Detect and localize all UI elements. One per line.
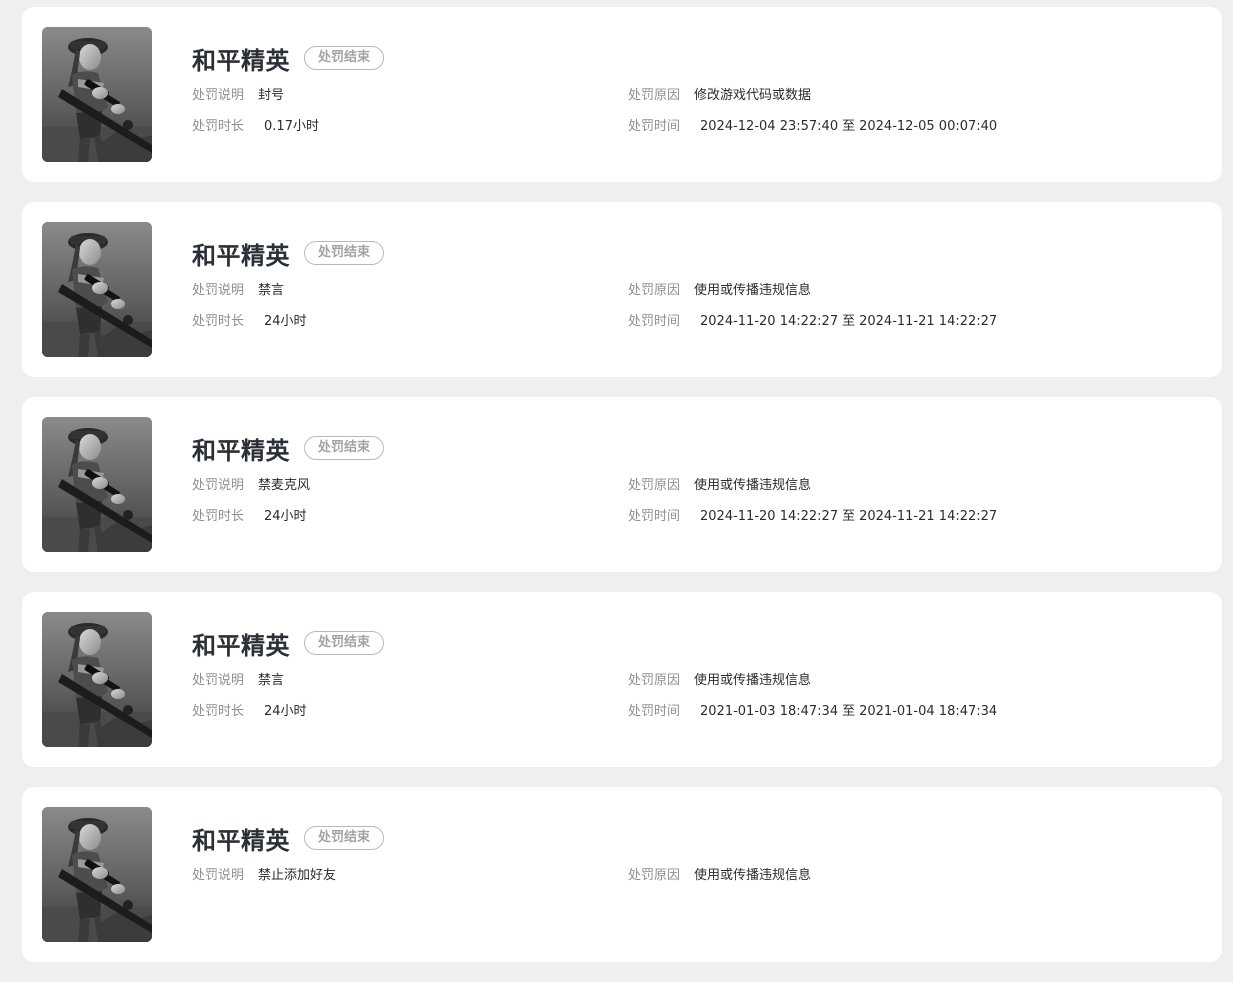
duration-label: 处罚时长 — [192, 509, 245, 524]
description-label: 处罚说明 — [192, 673, 245, 688]
penalty-duration: 处罚时长 0.17小时 — [192, 118, 319, 136]
reason-label: 处罚原因 — [628, 868, 681, 883]
description-value: 禁止添加好友 — [258, 868, 337, 883]
duration-value: 24小时 — [264, 314, 307, 329]
description-value: 禁言 — [258, 283, 285, 298]
status-badge: 处罚结束 — [304, 436, 385, 460]
time-separator: 至 — [842, 704, 856, 719]
time-separator: 至 — [842, 314, 856, 329]
time-separator: 至 — [842, 509, 856, 524]
penalty-duration: 处罚时长 24小时 — [192, 508, 307, 526]
penalty-record-card[interactable]: 和平精英 处罚结束 处罚说明 禁言 处罚原因 使用或传播违规信息 处罚时长 24小时 … — [22, 202, 1222, 377]
description-value: 封号 — [258, 88, 285, 103]
reason-value: 使用或传播违规信息 — [694, 283, 812, 298]
reason-value: 使用或传播违规信息 — [694, 868, 812, 883]
time-label: 处罚时间 — [628, 314, 681, 329]
game-name: 和平精英 — [192, 46, 290, 75]
status-badge: 处罚结束 — [304, 631, 385, 655]
penalty-reason: 处罚原因 使用或传播违规信息 — [628, 672, 811, 690]
penalty-time: 处罚时间 2024-12-04 23:57:40 至 2024-12-05 00:07… — [628, 118, 997, 136]
status-badge: 处罚结束 — [304, 46, 385, 70]
reason-value: 修改游戏代码或数据 — [694, 88, 812, 103]
time-end-value: 2024-12-05 00:07:40 — [859, 119, 998, 134]
penalty-duration: 处罚时长 24小时 — [192, 703, 307, 721]
penalty-record-card[interactable]: 和平精英 处罚结束 处罚说明 禁言 处罚原因 使用或传播违规信息 处罚时长 24小时 … — [22, 592, 1222, 767]
game-avatar-image — [42, 612, 152, 747]
time-start-value: 2024-11-20 14:22:27 — [700, 509, 839, 524]
description-label: 处罚说明 — [192, 868, 245, 883]
penalty-time: 处罚时间 2021-01-03 18:47:34 至 2021-01-04 18:47… — [628, 703, 997, 721]
penalty-description: 处罚说明 禁麦克风 — [192, 477, 310, 495]
duration-value: 24小时 — [264, 509, 307, 524]
time-label: 处罚时间 — [628, 704, 681, 719]
time-start-value: 2021-01-03 18:47:34 — [700, 704, 839, 719]
penalty-reason: 处罚原因 使用或传播违规信息 — [628, 282, 811, 300]
penalty-description: 处罚说明 禁止添加好友 — [192, 867, 336, 885]
description-label: 处罚说明 — [192, 478, 245, 493]
description-label: 处罚说明 — [192, 88, 245, 103]
time-start-value: 2024-11-20 14:22:27 — [700, 314, 839, 329]
duration-label: 处罚时长 — [192, 119, 245, 134]
penalty-reason: 处罚原因 使用或传播违规信息 — [628, 477, 811, 495]
reason-label: 处罚原因 — [628, 478, 681, 493]
card-title-row: 和平精英 处罚结束 — [192, 433, 385, 465]
reason-label: 处罚原因 — [628, 88, 681, 103]
reason-value: 使用或传播违规信息 — [694, 478, 812, 493]
penalty-description: 处罚说明 禁言 — [192, 282, 284, 300]
reason-value: 使用或传播违规信息 — [694, 673, 812, 688]
game-name: 和平精英 — [192, 241, 290, 270]
time-separator: 至 — [842, 119, 856, 134]
game-name: 和平精英 — [192, 436, 290, 465]
game-avatar-image — [42, 222, 152, 357]
description-value: 禁言 — [258, 673, 285, 688]
penalty-record-card[interactable]: 和平精英 处罚结束 处罚说明 禁麦克风 处罚原因 使用或传播违规信息 处罚时长 24小… — [22, 397, 1222, 572]
time-end-value: 2021-01-04 18:47:34 — [859, 704, 998, 719]
time-end-value: 2024-11-21 14:22:27 — [859, 509, 998, 524]
card-title-row: 和平精英 处罚结束 — [192, 823, 385, 855]
penalty-record-card[interactable]: 和平精英 处罚结束 处罚说明 禁止添加好友 处罚原因 使用或传播违规信息 — [22, 787, 1222, 962]
status-badge: 处罚结束 — [304, 241, 385, 265]
reason-label: 处罚原因 — [628, 673, 681, 688]
penalty-reason: 处罚原因 使用或传播违规信息 — [628, 867, 811, 885]
duration-label: 处罚时长 — [192, 704, 245, 719]
reason-label: 处罚原因 — [628, 283, 681, 298]
game-avatar-image — [42, 807, 152, 942]
duration-value: 0.17小时 — [264, 119, 319, 134]
penalty-record-card[interactable]: 和平精英 处罚结束 处罚说明 封号 处罚原因 修改游戏代码或数据 处罚时长 0.17小… — [22, 7, 1222, 182]
penalty-description: 处罚说明 封号 — [192, 87, 284, 105]
time-start-value: 2024-12-04 23:57:40 — [700, 119, 839, 134]
game-name: 和平精英 — [192, 631, 290, 660]
penalty-time: 处罚时间 2024-11-20 14:22:27 至 2024-11-21 14:22… — [628, 508, 997, 526]
card-title-row: 和平精英 处罚结束 — [192, 628, 385, 660]
duration-value: 24小时 — [264, 704, 307, 719]
game-avatar-image — [42, 417, 152, 552]
description-label: 处罚说明 — [192, 283, 245, 298]
penalty-reason: 处罚原因 修改游戏代码或数据 — [628, 87, 811, 105]
game-avatar-image — [42, 27, 152, 162]
time-label: 处罚时间 — [628, 509, 681, 524]
penalty-record-list: 和平精英 处罚结束 处罚说明 封号 处罚原因 修改游戏代码或数据 处罚时长 0.17小… — [22, 7, 1222, 982]
penalty-description: 处罚说明 禁言 — [192, 672, 284, 690]
time-label: 处罚时间 — [628, 119, 681, 134]
card-title-row: 和平精英 处罚结束 — [192, 238, 385, 270]
status-badge: 处罚结束 — [304, 826, 385, 850]
penalty-time: 处罚时间 2024-11-20 14:22:27 至 2024-11-21 14:22… — [628, 313, 997, 331]
duration-label: 处罚时长 — [192, 314, 245, 329]
description-value: 禁麦克风 — [258, 478, 311, 493]
penalty-duration: 处罚时长 24小时 — [192, 313, 307, 331]
time-end-value: 2024-11-21 14:22:27 — [859, 314, 998, 329]
game-name: 和平精英 — [192, 826, 290, 855]
card-title-row: 和平精英 处罚结束 — [192, 43, 385, 75]
